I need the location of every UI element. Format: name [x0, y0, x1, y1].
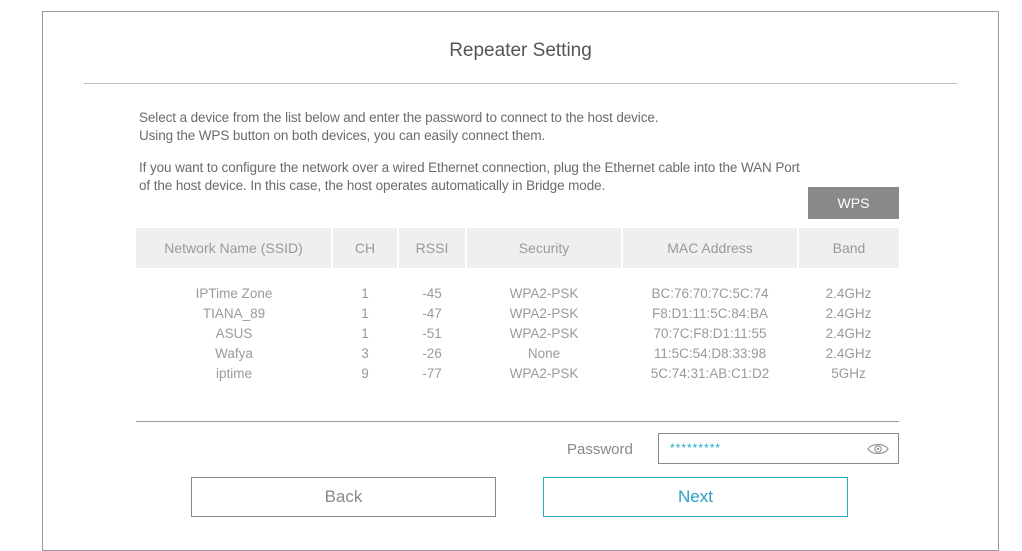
table-row[interactable]: TIANA_89 1 -47 WPA2-PSK F8:D1:11:5C:84:B…: [136, 303, 899, 323]
next-button[interactable]: Next: [543, 477, 848, 517]
password-label: Password: [567, 441, 633, 458]
cell-ssid: Wafya: [215, 345, 253, 361]
column-header-mac[interactable]: MAC Address: [622, 228, 799, 268]
column-header-band[interactable]: Band: [798, 228, 899, 268]
back-button[interactable]: Back: [191, 477, 496, 517]
description-line: Using the WPS button on both devices, yo…: [139, 128, 546, 143]
cell-band: 5GHz: [831, 365, 866, 381]
cell-ssid: TIANA_89: [202, 305, 266, 321]
column-header-ssid[interactable]: Network Name (SSID): [136, 228, 333, 268]
cell-channel: 9: [361, 365, 369, 381]
password-input[interactable]: [670, 438, 860, 458]
cell-rssi: -77: [422, 365, 442, 381]
description-line: If you want to configure the network ove…: [139, 160, 800, 175]
cell-band: 2.4GHz: [825, 285, 872, 301]
table-row[interactable]: iptime 9 -77 WPA2-PSK 5C:74:31:AB:C1:D2 …: [136, 363, 899, 383]
cell-channel: 1: [361, 325, 369, 341]
description-block-1: Select a device from the list below and …: [139, 109, 919, 145]
cell-mac: F8:D1:11:5C:84:BA: [651, 305, 769, 321]
cell-channel: 3: [361, 345, 369, 361]
cell-ssid: iptime: [215, 365, 252, 381]
cell-channel: 1: [361, 285, 369, 301]
cell-ssid: ASUS: [215, 325, 253, 341]
cell-rssi: -47: [422, 305, 442, 321]
cell-rssi: -45: [422, 285, 442, 301]
column-header-security[interactable]: Security: [466, 228, 623, 268]
cell-security: WPA2-PSK: [509, 365, 579, 381]
cell-security: None: [527, 345, 561, 361]
cell-ssid: IPTime Zone: [195, 285, 273, 301]
eye-icon[interactable]: [867, 441, 889, 457]
table-row[interactable]: IPTime Zone 1 -45 WPA2-PSK BC:76:70:7C:5…: [136, 268, 899, 303]
cell-band: 2.4GHz: [825, 325, 872, 341]
wps-button[interactable]: WPS: [808, 187, 899, 219]
cell-rssi: -51: [422, 325, 442, 341]
cell-rssi: -26: [422, 345, 442, 361]
cell-band: 2.4GHz: [825, 345, 872, 361]
column-header-channel[interactable]: CH: [332, 228, 399, 268]
cell-security: WPA2-PSK: [509, 285, 579, 301]
table-header-row: Network Name (SSID) CH RSSI Security MAC…: [136, 228, 899, 268]
table-row[interactable]: ASUS 1 -51 WPA2-PSK 70:7C:F8:D1:11:55 2.…: [136, 323, 899, 343]
cell-security: WPA2-PSK: [509, 305, 579, 321]
column-header-rssi[interactable]: RSSI: [398, 228, 467, 268]
cell-band: 2.4GHz: [825, 305, 872, 321]
cell-mac: BC:76:70:7C:5C:74: [651, 285, 769, 301]
cell-mac: 70:7C:F8:D1:11:55: [653, 325, 767, 341]
description-line: Select a device from the list below and …: [139, 110, 659, 125]
repeater-setting-panel: Repeater Setting Select a device from th…: [42, 11, 999, 551]
cell-mac: 11:5C:54:D8:33:98: [653, 345, 767, 361]
title-divider: [84, 83, 957, 84]
cell-channel: 1: [361, 305, 369, 321]
password-field[interactable]: [658, 433, 899, 464]
network-table: Network Name (SSID) CH RSSI Security MAC…: [136, 228, 899, 383]
page-title: Repeater Setting: [449, 40, 592, 61]
cell-security: WPA2-PSK: [509, 325, 579, 341]
table-row[interactable]: Wafya 3 -26 None 11:5C:54:D8:33:98 2.4GH…: [136, 343, 899, 363]
table-divider: [136, 421, 899, 422]
cell-mac: 5C:74:31:AB:C1:D2: [650, 365, 770, 381]
